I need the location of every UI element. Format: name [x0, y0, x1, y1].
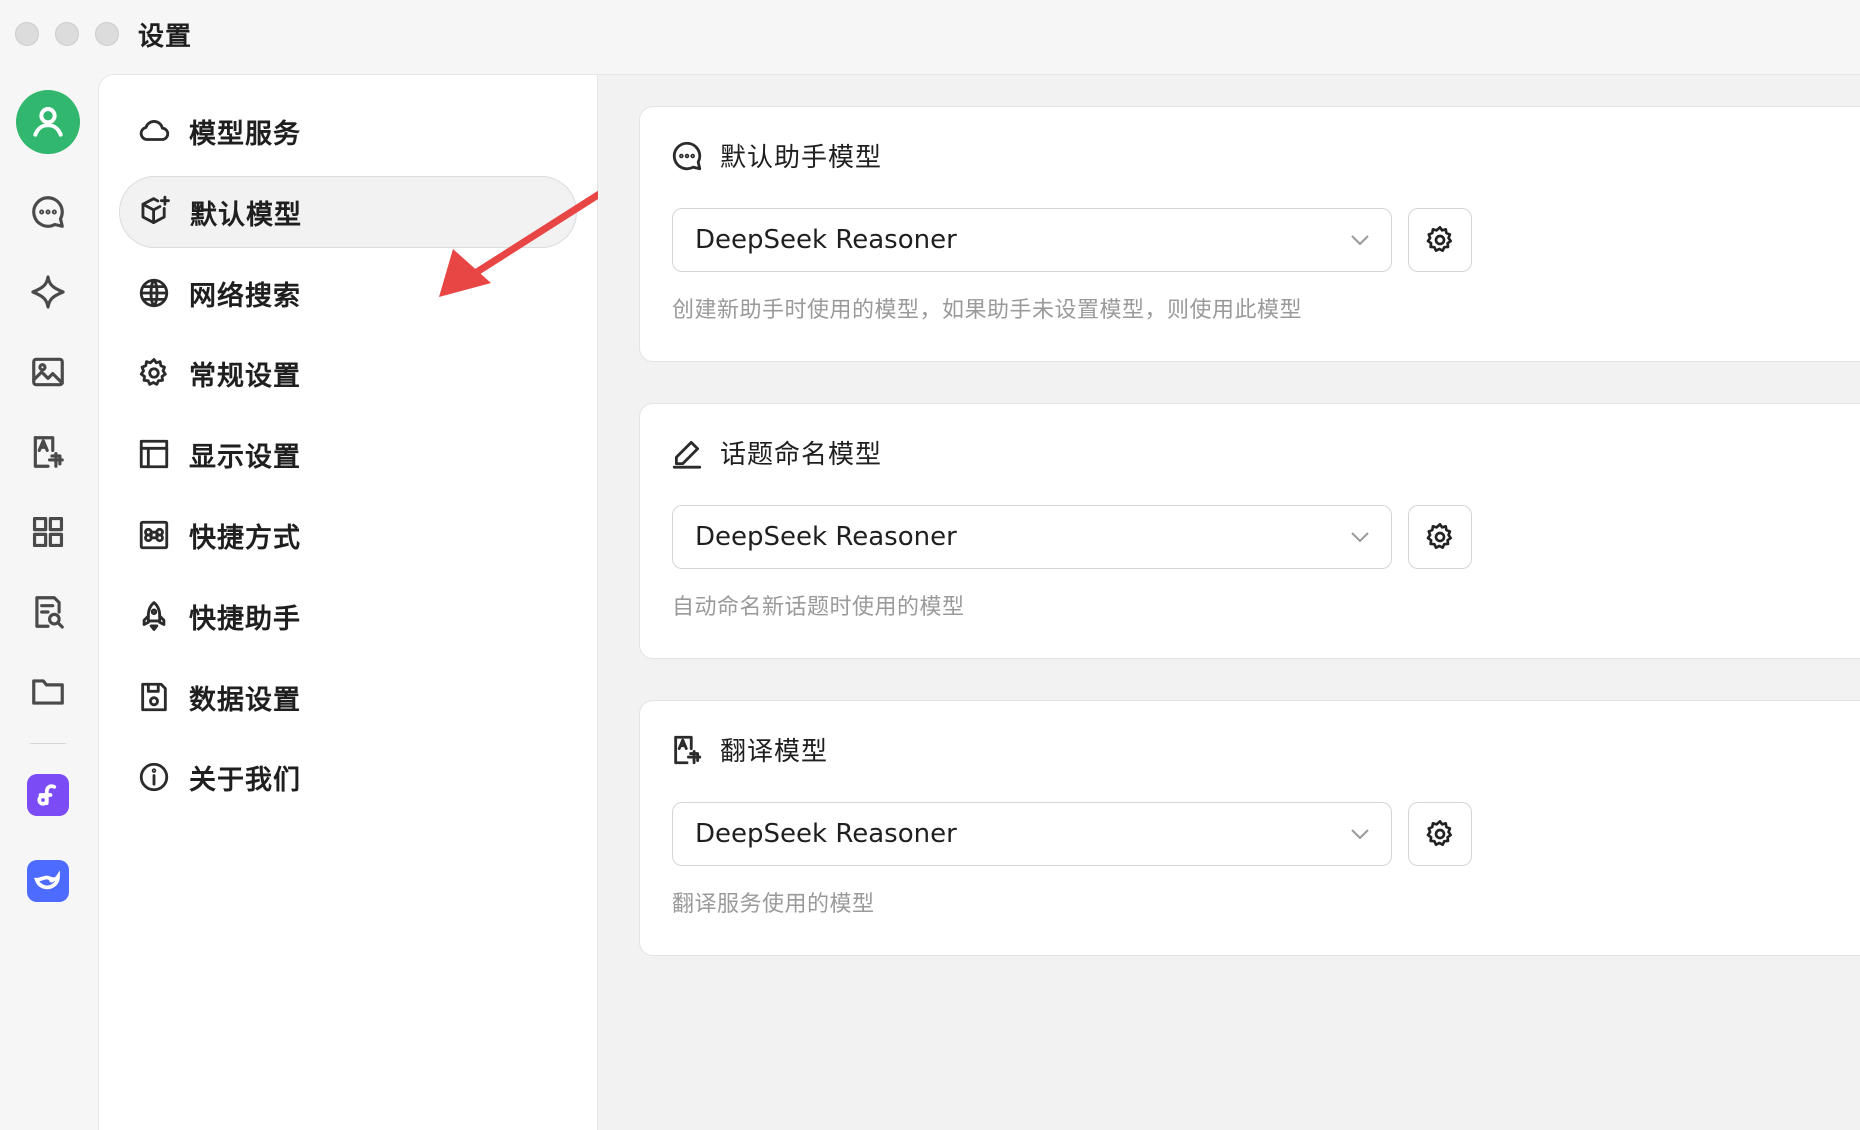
app-sidebar	[0, 70, 98, 1130]
apps-grid-icon	[32, 516, 64, 548]
nav-item-label: 关于我们	[189, 764, 301, 796]
nav-item-about[interactable]: 关于我们	[119, 741, 577, 813]
rail-agents-button[interactable]	[24, 268, 72, 316]
settings-nav: 模型服务 默认模型 网络搜索 常规设置 显示设置 快捷方式 快捷助手 数据设置 …	[98, 74, 605, 1130]
card-header: 翻译模型	[670, 731, 828, 768]
gear-icon	[1426, 820, 1452, 846]
model-select-value: DeepSeek Reasoner	[695, 522, 957, 552]
user-avatar[interactable]	[16, 90, 80, 154]
cloud-icon	[139, 120, 170, 141]
card-description: 自动命名新话题时使用的模型	[672, 595, 965, 620]
rail-paintings-button[interactable]	[24, 348, 72, 396]
rail-knowledge-button[interactable]	[24, 588, 72, 636]
card-header: 话题命名模型	[670, 434, 882, 471]
card-title: 翻译模型	[720, 737, 829, 767]
user-avatar-icon	[33, 107, 63, 137]
translation-model-card: 翻译模型 DeepSeek Reasoner 翻译服务使用的模型	[639, 700, 1860, 956]
rail-deepseek-app-button[interactable]	[27, 860, 69, 902]
topic-naming-model-card: 话题命名模型 DeepSeek Reasoner 自动命名新话题时使用的模型	[639, 403, 1860, 659]
model-settings-button[interactable]	[1408, 802, 1472, 866]
card-description: 翻译服务使用的模型	[672, 892, 875, 917]
deepseek-app-icon	[34, 870, 60, 890]
sparkle-icon	[31, 275, 65, 309]
translate-icon	[33, 436, 64, 468]
nav-item-label: 显示设置	[189, 441, 301, 473]
window-zoom-button[interactable]	[95, 22, 119, 46]
settings-content: 默认助手模型 DeepSeek Reasoner 创建新助手时使用的模型，如果助…	[598, 74, 1860, 1130]
title-bar: 设置	[0, 0, 1860, 70]
nav-item-quick-assistant[interactable]: 快捷助手	[119, 580, 577, 652]
nav-item-label: 默认模型	[190, 199, 302, 231]
cube-sparkle-icon	[141, 195, 170, 225]
info-icon	[139, 762, 169, 792]
gear-icon	[139, 358, 167, 386]
gear-icon	[1426, 226, 1452, 252]
nav-item-display-settings[interactable]: 显示设置	[119, 418, 577, 490]
rail-translate-button[interactable]	[24, 428, 72, 476]
nav-item-data-settings[interactable]: 数据设置	[119, 661, 577, 733]
card-title: 话题命名模型	[720, 440, 883, 470]
model-settings-button[interactable]	[1408, 505, 1472, 569]
chevron-down-icon	[1349, 526, 1371, 548]
rail-chat-button[interactable]	[24, 188, 72, 236]
model-select[interactable]: DeepSeek Reasoner	[672, 208, 1392, 272]
fn-app-icon	[37, 784, 57, 806]
nav-item-label: 数据设置	[189, 684, 301, 716]
default-assistant-model-card: 默认助手模型 DeepSeek Reasoner 创建新助手时使用的模型，如果助…	[639, 106, 1860, 362]
save-disk-icon	[141, 682, 167, 712]
chat-dots-icon	[672, 141, 702, 170]
card-description: 创建新助手时使用的模型，如果助手未设置模型，则使用此模型	[672, 298, 1303, 323]
rocket-icon	[142, 601, 166, 631]
document-search-icon	[35, 596, 64, 629]
nav-item-label: 模型服务	[189, 118, 301, 150]
model-select-value: DeepSeek Reasoner	[695, 819, 957, 849]
nav-item-label: 常规设置	[189, 360, 301, 392]
model-select[interactable]: DeepSeek Reasoner	[672, 505, 1392, 569]
pencil-icon	[672, 440, 702, 469]
nav-item-shortcuts[interactable]: 快捷方式	[119, 499, 577, 571]
rail-files-button[interactable]	[24, 668, 72, 716]
window-close-button[interactable]	[15, 22, 39, 46]
chevron-down-icon	[1349, 823, 1371, 845]
folder-icon	[32, 679, 64, 705]
image-icon	[32, 357, 64, 387]
nav-item-default-model[interactable]: 默认模型	[119, 176, 577, 248]
command-key-icon	[139, 520, 169, 550]
rail-apps-button[interactable]	[24, 508, 72, 556]
nav-item-label: 快捷方式	[189, 522, 301, 554]
model-select[interactable]: DeepSeek Reasoner	[672, 802, 1392, 866]
nav-item-label: 网络搜索	[189, 280, 301, 312]
chat-bubble-icon	[32, 196, 64, 228]
translate-icon	[674, 735, 702, 764]
nav-item-general-settings[interactable]: 常规设置	[119, 337, 577, 409]
model-select-value: DeepSeek Reasoner	[695, 225, 957, 255]
chevron-down-icon	[1349, 229, 1371, 251]
layout-icon	[139, 439, 169, 469]
nav-item-model-service[interactable]: 模型服务	[119, 95, 577, 167]
gear-icon	[1426, 523, 1452, 549]
window-title: 设置	[138, 22, 193, 52]
rail-fn-app-button[interactable]	[27, 774, 69, 816]
window-minimize-button[interactable]	[55, 22, 79, 46]
globe-icon	[139, 278, 169, 308]
nav-item-label: 快捷助手	[189, 603, 301, 635]
card-title: 默认助手模型	[720, 143, 883, 173]
rail-divider	[30, 743, 66, 744]
nav-item-web-search[interactable]: 网络搜索	[119, 257, 577, 329]
card-header: 默认助手模型	[670, 137, 882, 174]
model-settings-button[interactable]	[1408, 208, 1472, 272]
